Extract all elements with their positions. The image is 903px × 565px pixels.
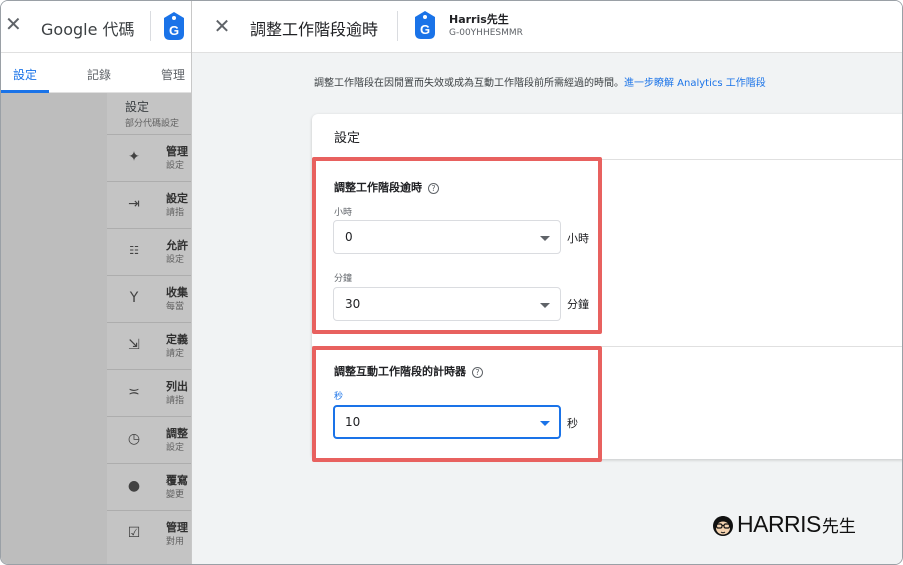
highlight-box-engaged-timer bbox=[312, 346, 602, 462]
tab-logs[interactable]: 記錄 bbox=[87, 66, 111, 83]
settings-row-subtitle: 請指 bbox=[166, 208, 185, 218]
settings-row[interactable]: ☷ 允許 設定 bbox=[107, 228, 191, 274]
background-tabs: 設定 記錄 管理 bbox=[1, 53, 191, 93]
account-name: Harris先生 bbox=[449, 13, 509, 26]
background-panel-header: 設定 部分代碼設定 bbox=[125, 98, 179, 129]
session-timeout-panel: ✕ 調整工作階段逾時 G Harris先生 G-00YHHESMMR 調整工作階… bbox=[191, 1, 902, 564]
settings-row-subtitle: 請指 bbox=[166, 396, 185, 406]
harris-logo: HARRIS先生 bbox=[711, 511, 856, 541]
settings-row[interactable]: ✦ 管理 設定 bbox=[107, 134, 191, 180]
settings-row-subtitle: 每當 bbox=[166, 302, 185, 312]
settings-row[interactable]: ⇥ 設定 請指 bbox=[107, 181, 191, 227]
google-tag-icon: G bbox=[163, 11, 185, 45]
cookie-icon: ● bbox=[127, 478, 141, 494]
settings-row-title: 管理 bbox=[166, 521, 188, 534]
settings-row-title: 定義 bbox=[166, 333, 188, 346]
settings-row-title: 列出 bbox=[166, 380, 188, 393]
google-tag-icon: G bbox=[414, 10, 436, 44]
background-panel-subheading: 部分代碼設定 bbox=[125, 119, 180, 129]
login-icon: ⇲ bbox=[128, 337, 140, 353]
settings-row-title: 設定 bbox=[166, 192, 188, 205]
measurement-id: G-00YHHESMMR bbox=[449, 28, 523, 38]
background-panel-heading: 設定 bbox=[125, 100, 150, 114]
form-icon: ☑ bbox=[127, 525, 141, 541]
settings-row-subtitle: 對用 bbox=[166, 537, 185, 547]
tab-settings[interactable]: 設定 bbox=[13, 66, 37, 83]
sparkle-icon: ✦ bbox=[128, 149, 140, 165]
clock-icon: ◷ bbox=[127, 431, 141, 447]
merge-arrows-icon: ⇥ bbox=[128, 196, 140, 212]
settings-row-subtitle: 設定 bbox=[166, 443, 185, 453]
panel-title: 調整工作階段逾時 bbox=[250, 20, 379, 39]
header-divider bbox=[397, 11, 398, 41]
app-window: ✕ Google 代碼 G 設定 記錄 管理 設定 部分代碼設定 ✦ 管理 設定… bbox=[0, 0, 903, 565]
logo-face-icon bbox=[713, 515, 733, 536]
settings-row-subtitle: 變更 bbox=[166, 490, 185, 500]
settings-row-title: 管理 bbox=[166, 145, 188, 158]
close-icon[interactable]: ✕ bbox=[211, 15, 233, 37]
logo-wordmark: HARRIS bbox=[737, 511, 821, 537]
settings-row-subtitle: 設定 bbox=[166, 161, 185, 171]
background-divider bbox=[150, 11, 151, 41]
logo-cjk: 先生 bbox=[821, 517, 856, 537]
description-text: 調整工作階段在因閒置而失效或成為互動工作階段前所需經過的時間。 bbox=[314, 78, 624, 89]
highlight-box-session-timeout bbox=[312, 157, 602, 334]
settings-row[interactable]: Y 收集 每當 bbox=[107, 275, 191, 321]
background-close-icon[interactable]: ✕ bbox=[5, 14, 25, 34]
svg-text:G: G bbox=[420, 22, 430, 37]
settings-row-title: 收集 bbox=[166, 286, 188, 299]
settings-row[interactable]: ◷ 調整 設定 bbox=[107, 416, 191, 462]
panel-header: ✕ 調整工作階段逾時 G Harris先生 G-00YHHESMMR bbox=[192, 1, 902, 53]
card-title: 設定 bbox=[334, 131, 361, 146]
background-title: Google 代碼 bbox=[41, 20, 135, 39]
settings-row-title: 覆寫 bbox=[166, 474, 188, 487]
list-exclude-icon: ≍ bbox=[128, 384, 140, 400]
domain-list-icon: ☷ bbox=[129, 244, 139, 257]
fork-icon: Y bbox=[129, 290, 139, 306]
settings-row-title: 調整 bbox=[166, 427, 188, 440]
account-info: Harris先生 G-00YHHESMMR bbox=[449, 11, 523, 38]
settings-row-title: 允許 bbox=[166, 239, 188, 252]
settings-row[interactable]: ⇲ 定義 請定 bbox=[107, 322, 191, 368]
settings-row[interactable]: ● 覆寫 變更 bbox=[107, 463, 191, 509]
learn-more-link[interactable]: 進一步瞭解 Analytics 工作階段 bbox=[624, 78, 766, 89]
background-topbar: ✕ Google 代碼 G bbox=[1, 1, 191, 53]
tab-admin[interactable]: 管理 bbox=[161, 66, 185, 83]
settings-row[interactable]: ☑ 管理 對用 bbox=[107, 510, 191, 556]
settings-row-subtitle: 請定 bbox=[166, 349, 185, 359]
panel-description: 調整工作階段在因閒置而失效或成為互動工作階段前所需經過的時間。進一步瞭解 Ana… bbox=[314, 74, 766, 89]
settings-row-subtitle: 設定 bbox=[166, 255, 185, 265]
svg-text:G: G bbox=[169, 23, 179, 38]
settings-row[interactable]: ≍ 列出 請指 bbox=[107, 369, 191, 415]
